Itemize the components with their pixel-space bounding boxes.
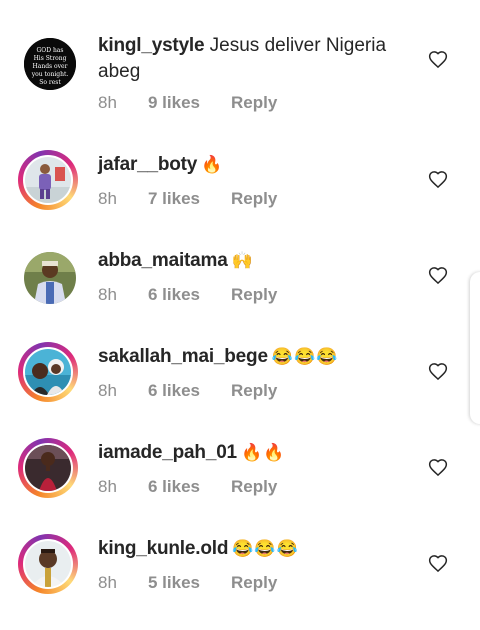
comment-meta: 8h 6 likes Reply	[98, 284, 277, 306]
svg-text:GOD has: GOD has	[37, 47, 64, 54]
comment-item: GOD has His Strong Hands over you tonigh…	[0, 32, 480, 128]
username[interactable]: iamade_pah_01	[98, 442, 237, 463]
comment-meta: 8h 9 likes Reply	[98, 92, 277, 114]
comment-meta: 8h 5 likes Reply	[98, 572, 277, 594]
heart-icon[interactable]	[428, 458, 448, 478]
comment-text: king_kunle.old 😂😂😂	[98, 536, 416, 562]
likes-count[interactable]: 5 likes	[148, 573, 231, 593]
reply-button[interactable]: Reply	[231, 477, 277, 497]
comment-text: abba_maitama 🙌	[98, 248, 416, 274]
avatar[interactable]: GOD has His Strong Hands over you tonigh…	[18, 32, 78, 92]
reply-button[interactable]: Reply	[231, 189, 277, 209]
svg-text:you tonight.: you tonight.	[31, 71, 69, 78]
side-panel-edge[interactable]	[470, 272, 480, 424]
avatar[interactable]	[18, 534, 78, 594]
comment-list: GOD has His Strong Hands over you tonigh…	[0, 0, 480, 608]
svg-text:Hands over: Hands over	[33, 63, 68, 70]
timestamp: 8h	[98, 285, 117, 304]
svg-text:So rest: So rest	[39, 79, 61, 86]
comment-item: jafar__boty 🔥 8h 7 likes Reply	[0, 150, 480, 246]
comment-meta: 8h 6 likes Reply	[98, 476, 277, 498]
avatar-quote-image: GOD has His Strong Hands over you tonigh…	[24, 38, 76, 90]
comment-emoji: 😂😂😂	[232, 539, 299, 558]
heart-icon[interactable]	[428, 362, 448, 382]
timestamp: 8h	[98, 189, 117, 208]
comment-emoji: 🔥🔥	[240, 443, 286, 462]
username[interactable]: sakallah_mai_bege	[98, 346, 268, 367]
comment-emoji: 🔥	[201, 155, 224, 174]
likes-count[interactable]: 6 likes	[148, 477, 231, 497]
username[interactable]: kingl_ystyle	[98, 35, 205, 56]
avatar[interactable]	[18, 438, 78, 498]
reply-button[interactable]: Reply	[231, 381, 277, 401]
comment-emoji: 😂😂😂	[271, 347, 339, 366]
likes-count[interactable]: 9 likes	[148, 93, 231, 113]
likes-count[interactable]: 7 likes	[148, 189, 231, 209]
likes-count[interactable]: 6 likes	[148, 285, 231, 305]
username[interactable]: king_kunle.old	[98, 538, 228, 559]
comment-text: iamade_pah_01 🔥🔥	[98, 440, 416, 466]
avatar-photo	[24, 252, 76, 304]
avatar[interactable]	[18, 246, 78, 306]
comment-emoji: 🙌	[231, 251, 254, 270]
avatar-photo	[25, 349, 71, 395]
heart-icon[interactable]	[428, 266, 448, 286]
comment-item: king_kunle.old 😂😂😂 8h 5 likes Reply	[0, 534, 480, 630]
avatar-photo	[25, 157, 71, 203]
reply-button[interactable]: Reply	[231, 573, 277, 593]
comment-text: kingl_ystyle Jesus deliver Nigeria abeg	[98, 33, 416, 85]
heart-icon[interactable]	[428, 170, 448, 190]
timestamp: 8h	[98, 573, 117, 592]
svg-text:His Strong: His Strong	[34, 55, 67, 62]
reply-button[interactable]: Reply	[231, 285, 277, 305]
timestamp: 8h	[98, 477, 117, 496]
heart-icon[interactable]	[428, 554, 448, 574]
comment-text: sakallah_mai_bege 😂😂😂	[98, 344, 416, 370]
username[interactable]: abba_maitama	[98, 250, 228, 271]
comment-item: abba_maitama 🙌 8h 6 likes Reply	[0, 246, 480, 342]
likes-count[interactable]: 6 likes	[148, 381, 231, 401]
username[interactable]: jafar__boty	[98, 154, 197, 175]
heart-icon[interactable]	[428, 50, 448, 70]
comment-item: iamade_pah_01 🔥🔥 8h 6 likes Reply	[0, 438, 480, 534]
comment-item: sakallah_mai_bege 😂😂😂 8h 6 likes Reply	[0, 342, 480, 438]
comment-meta: 8h 6 likes Reply	[98, 380, 277, 402]
timestamp: 8h	[98, 381, 117, 400]
avatar[interactable]	[18, 342, 78, 402]
comment-meta: 8h 7 likes Reply	[98, 188, 277, 210]
avatar-photo	[25, 445, 71, 491]
comment-text: jafar__boty 🔥	[98, 152, 416, 178]
timestamp: 8h	[98, 93, 117, 112]
avatar-photo	[25, 541, 71, 587]
avatar[interactable]	[18, 150, 78, 210]
reply-button[interactable]: Reply	[231, 93, 277, 113]
